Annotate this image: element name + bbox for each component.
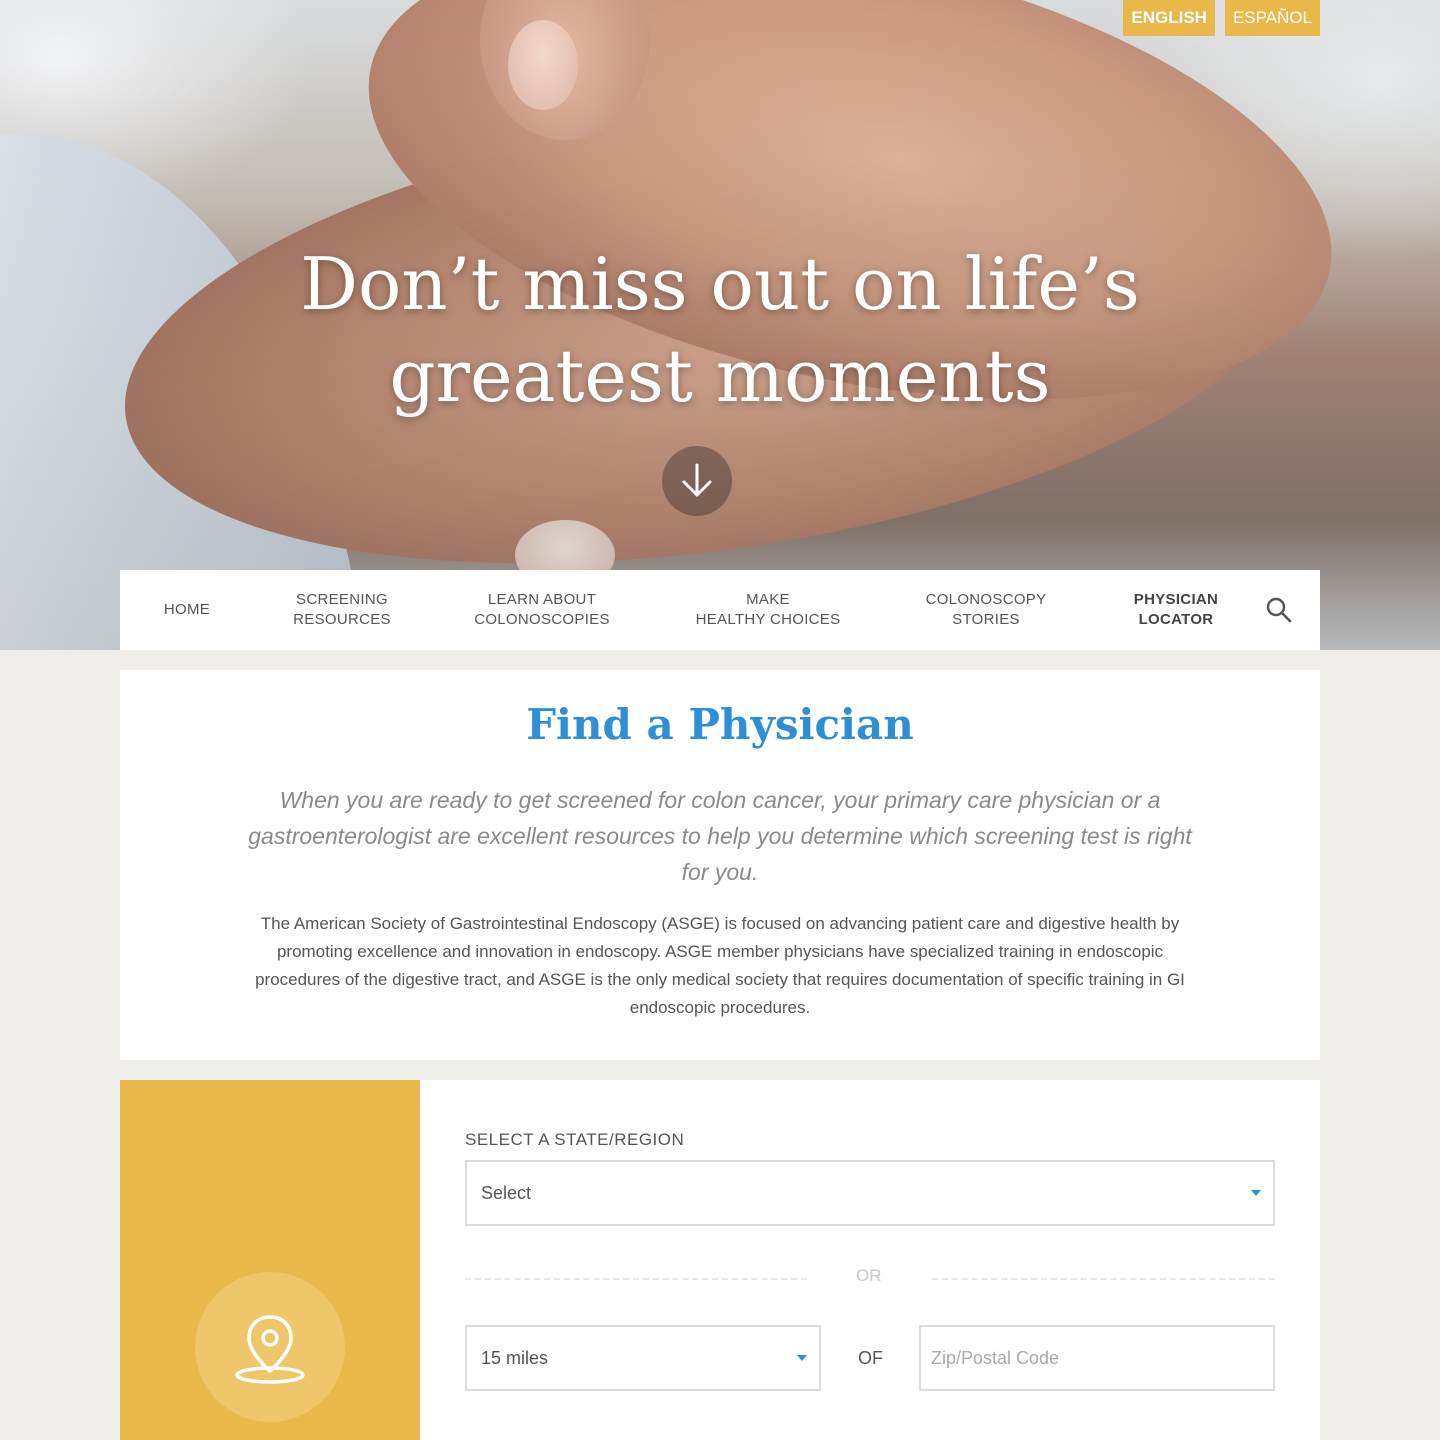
language-espanol-button[interactable]: ESPAÑOL: [1224, 0, 1320, 36]
nav-item-label: LEARN ABOUT: [487, 591, 597, 608]
nav-item-label: PHYSICIAN: [1133, 591, 1219, 608]
language-english-button[interactable]: ENGLISH: [1123, 0, 1215, 36]
language-switcher: ENGLISH ESPAÑOL: [1123, 0, 1320, 36]
divider-right: [932, 1278, 1275, 1280]
locator-side-panel: [120, 1080, 420, 1440]
nav-item-label: COLONOSCOPIES: [474, 611, 610, 628]
hero-title-line: Don’t miss out on life’s: [300, 242, 1140, 326]
nav-item-label: HOME: [163, 601, 211, 618]
nav-item-label: LOCATOR: [1138, 611, 1214, 628]
chevron-down-icon: [797, 1355, 807, 1361]
intro-card: Find a Physician When you are ready to g…: [120, 670, 1320, 1060]
intro-body-text: The American Society of Gastrointestinal…: [255, 914, 1185, 1017]
hero-title-line: greatest moments: [389, 334, 1051, 418]
state-region-label: SELECT A STATE/REGION: [465, 1130, 685, 1149]
nav-item-label: STORIES: [952, 611, 1020, 628]
distance-select[interactable]: 15 miles: [465, 1325, 821, 1391]
nav-item-learn-about-colonoscopies[interactable]: LEARN ABOUT COLONOSCOPIES: [466, 590, 618, 630]
search-icon: [1266, 597, 1292, 623]
hero-banner: ENGLISH ESPAÑOL Don’t miss out on life’s…: [0, 0, 1440, 650]
state-region-select[interactable]: Select: [465, 1160, 1275, 1226]
divider-left: [465, 1278, 807, 1280]
search-button[interactable]: [1265, 596, 1293, 629]
location-pin-badge: [195, 1272, 345, 1422]
nav-item-physician-locator[interactable]: PHYSICIAN LOCATOR: [1120, 590, 1232, 630]
hero-title: Don’t miss out on life’s greatest moment…: [0, 238, 1440, 422]
location-pin-icon: [235, 1315, 305, 1384]
intro-lead-text: When you are ready to get screened for c…: [248, 787, 1192, 885]
scroll-down-button[interactable]: [662, 446, 732, 516]
main-nav: HOME SCREENING RESOURCES LEARN ABOUT COL…: [120, 570, 1320, 650]
state-region-select-value: Select: [481, 1182, 532, 1203]
nav-item-label: COLONOSCOPY: [925, 591, 1047, 608]
nav-item-colonoscopy-stories[interactable]: COLONOSCOPY STORIES: [916, 590, 1056, 630]
nav-item-make-healthy-choices[interactable]: MAKE HEALTHY CHOICES: [686, 590, 850, 630]
nav-item-screening-resources[interactable]: SCREENING RESOURCES: [282, 590, 402, 630]
nav-item-label: HEALTHY CHOICES: [695, 611, 841, 628]
page-title: Find a Physician: [526, 700, 914, 749]
physician-locator-form: SELECT A STATE/REGION Select OR 15 miles…: [120, 1080, 1320, 1440]
nav-item-home[interactable]: HOME: [162, 600, 212, 620]
zip-postal-code-input[interactable]: [919, 1325, 1275, 1391]
of-label: OF: [858, 1348, 883, 1368]
distance-select-value: 15 miles: [481, 1347, 549, 1368]
nav-item-label: SCREENING: [296, 591, 388, 608]
chevron-down-icon: [1251, 1190, 1261, 1196]
nav-item-label: MAKE: [746, 591, 790, 608]
nav-item-label: RESOURCES: [293, 611, 391, 628]
arrow-down-icon: [682, 463, 712, 497]
or-separator: OR: [856, 1266, 882, 1285]
